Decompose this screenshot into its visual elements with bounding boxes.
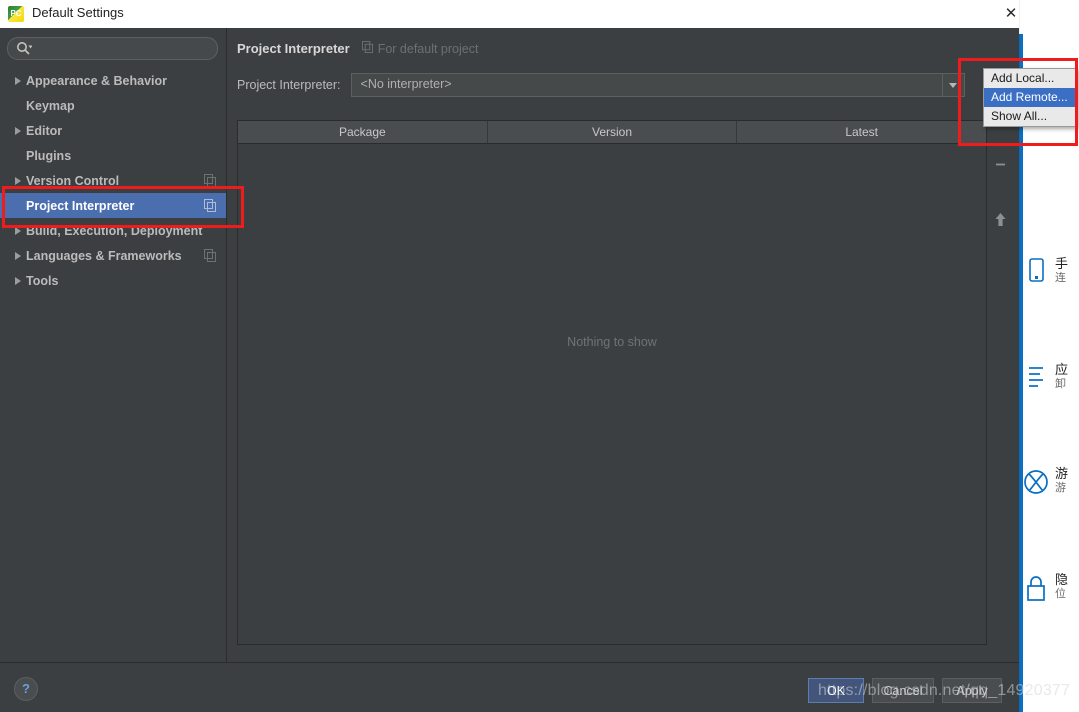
- sidebar-item-label: Version Control: [26, 173, 120, 188]
- scope-indicator: For default project: [361, 41, 479, 56]
- sidebar-item-label: Build, Execution, Deployment: [26, 223, 203, 238]
- chevron-down-icon[interactable]: [941, 74, 964, 96]
- expand-arrow-icon[interactable]: [10, 252, 26, 260]
- packages-table: Package Version Latest Nothing to show: [237, 120, 987, 645]
- phone-icon: [1023, 256, 1049, 290]
- sidebar-item-label: Appearance & Behavior: [26, 73, 168, 88]
- remove-package-button[interactable]: [989, 152, 1011, 177]
- background-item-title: 游: [1055, 466, 1069, 481]
- column-header-latest[interactable]: Latest: [737, 121, 986, 143]
- menu-item-add-remote[interactable]: Add Remote...: [984, 88, 1076, 107]
- search-box[interactable]: [7, 37, 218, 60]
- content-header: Project Interpreter For default project: [237, 41, 478, 56]
- sidebar-item-build-execution-deployment[interactable]: Build, Execution, Deployment: [0, 218, 226, 243]
- background-item-apps[interactable]: 应 卸: [1023, 362, 1079, 396]
- background-item-subtitle: 游: [1055, 482, 1066, 494]
- background-item-privacy[interactable]: 隐 位: [1023, 572, 1079, 606]
- page-title: Project Interpreter: [237, 41, 350, 56]
- sidebar-item-editor[interactable]: Editor: [0, 118, 226, 143]
- settings-sidebar: Appearance & Behavior Keymap Editor Plug…: [0, 28, 227, 662]
- background-item-title: 隐: [1055, 572, 1069, 587]
- help-button[interactable]: ?: [14, 677, 38, 701]
- column-header-package[interactable]: Package: [238, 121, 488, 143]
- sidebar-item-label: Project Interpreter: [26, 198, 135, 213]
- table-body: Nothing to show: [238, 144, 986, 644]
- xbox-icon: [1023, 466, 1049, 500]
- sidebar-item-label: Tools: [26, 273, 59, 288]
- sidebar-item-plugins[interactable]: Plugins: [0, 143, 226, 168]
- expand-arrow-icon[interactable]: [10, 77, 26, 85]
- sidebar-item-appearance-behavior[interactable]: Appearance & Behavior: [0, 68, 226, 93]
- background-item-title: 应: [1055, 362, 1069, 377]
- upgrade-package-button[interactable]: [989, 207, 1011, 232]
- background-item-subtitle: 位: [1055, 588, 1066, 600]
- expand-arrow-icon[interactable]: [10, 227, 26, 235]
- interpreter-label: Project Interpreter:: [237, 78, 341, 92]
- expand-arrow-icon[interactable]: [10, 277, 26, 285]
- background-item-phone[interactable]: 手 连: [1023, 256, 1079, 290]
- scope-label: For default project: [377, 41, 479, 56]
- copy-icon: [204, 249, 216, 262]
- list-icon: [1023, 362, 1049, 396]
- sidebar-item-label: Keymap: [26, 98, 75, 113]
- sidebar-item-tools[interactable]: Tools: [0, 268, 226, 293]
- sidebar-item-label: Plugins: [26, 148, 72, 163]
- sidebar-item-keymap[interactable]: Keymap: [0, 93, 226, 118]
- interpreter-dropdown-menu: Add Local... Add Remote... Show All...: [983, 68, 1077, 127]
- dialog-titlebar: PC Default Settings ✕: [0, 0, 1019, 29]
- expand-arrow-icon[interactable]: [10, 127, 26, 135]
- pycharm-icon: PC: [8, 6, 24, 22]
- sidebar-item-project-interpreter[interactable]: Project Interpreter: [0, 193, 226, 218]
- background-item-subtitle: 卸: [1055, 378, 1066, 390]
- watermark: https://blog.csdn.net/qq_14920377: [818, 682, 1071, 699]
- interpreter-row: Project Interpreter: <No interpreter>: [237, 73, 965, 97]
- sidebar-item-label: Editor: [26, 123, 63, 138]
- table-header-row: Package Version Latest: [238, 121, 986, 144]
- search-input[interactable]: [38, 40, 212, 58]
- copy-icon: [204, 199, 216, 212]
- sidebar-item-languages-frameworks[interactable]: Languages & Frameworks: [0, 243, 226, 268]
- dialog-title: Default Settings: [32, 5, 124, 20]
- copy-icon: [204, 174, 216, 187]
- default-settings-dialog: PC Default Settings ✕ Appearance & Behav…: [0, 0, 1019, 712]
- background-item-subtitle: 连: [1055, 272, 1066, 284]
- column-header-version[interactable]: Version: [488, 121, 738, 143]
- package-toolbar: [989, 120, 1011, 645]
- background-item-title: 手: [1055, 256, 1069, 271]
- sidebar-item-label: Languages & Frameworks: [26, 248, 182, 263]
- sidebar-item-version-control[interactable]: Version Control: [0, 168, 226, 193]
- search-icon: [16, 41, 33, 56]
- screen: 手 连 应 卸 游 游 隐 位 PC Default Settings ✕ Ap…: [0, 0, 1079, 712]
- expand-arrow-icon[interactable]: [10, 177, 26, 185]
- empty-state-text: Nothing to show: [567, 334, 657, 349]
- copy-icon: [361, 41, 373, 56]
- settings-tree: Appearance & Behavior Keymap Editor Plug…: [0, 68, 226, 293]
- menu-item-show-all[interactable]: Show All...: [984, 107, 1076, 126]
- close-icon[interactable]: ✕: [988, 0, 1034, 28]
- lock-icon: [1023, 572, 1049, 606]
- background-item-gaming[interactable]: 游 游: [1023, 466, 1079, 500]
- menu-item-add-local[interactable]: Add Local...: [984, 69, 1076, 88]
- interpreter-select[interactable]: <No interpreter>: [350, 73, 965, 97]
- settings-content: Project Interpreter For default project …: [227, 28, 1019, 662]
- interpreter-value: <No interpreter>: [360, 77, 452, 91]
